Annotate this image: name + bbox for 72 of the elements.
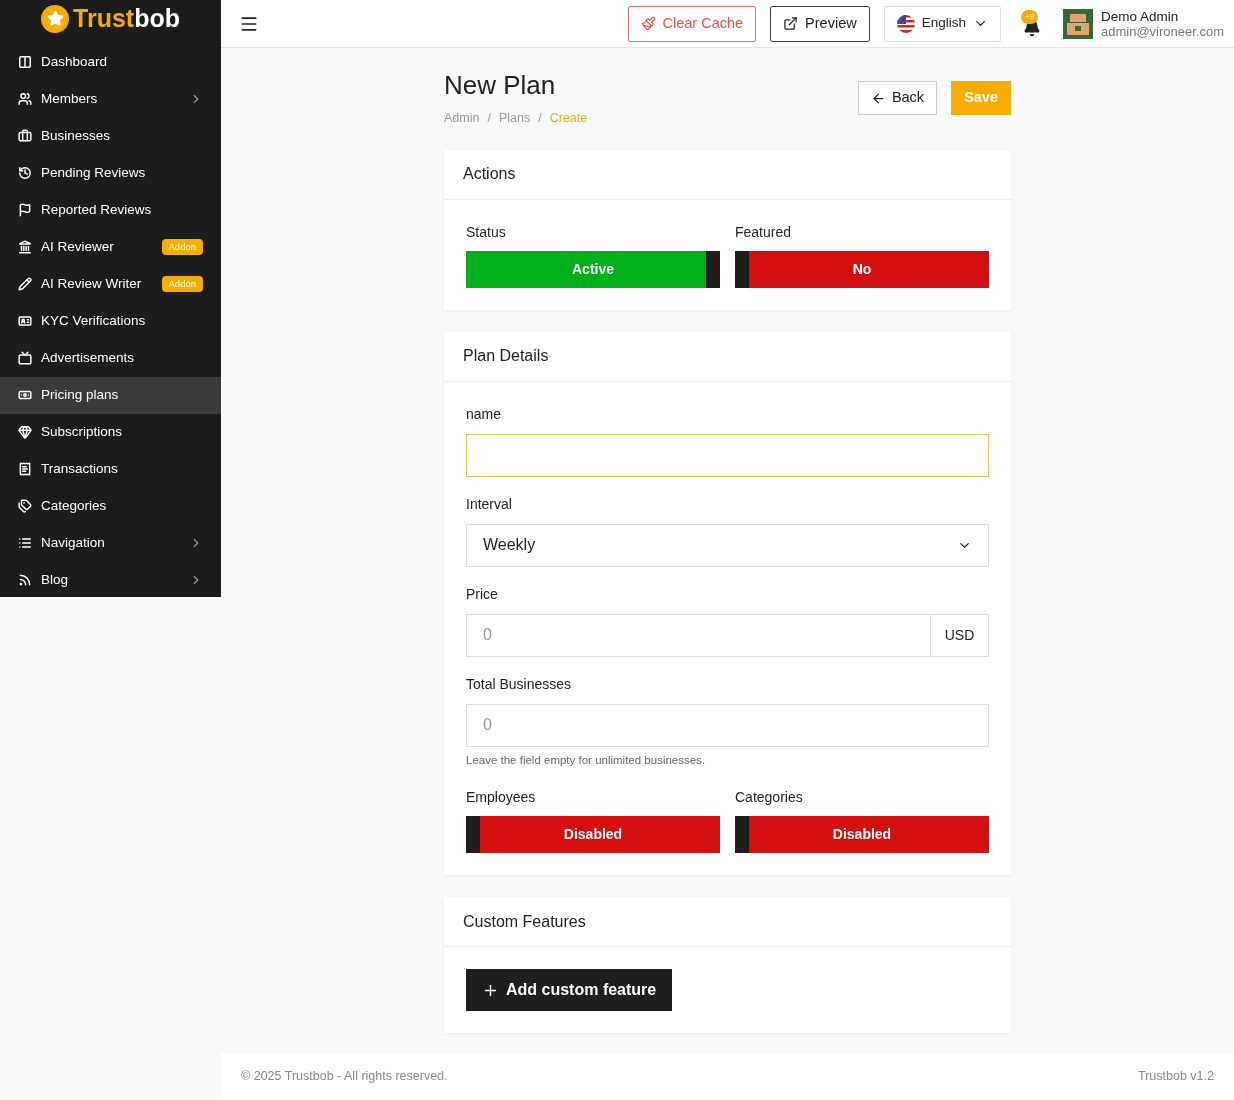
tags-icon: [18, 499, 32, 513]
sidebar-item[interactable]: Categories: [0, 487, 221, 525]
history-icon: [18, 166, 32, 180]
breadcrumb-separator: /: [538, 110, 542, 127]
toggle-switch[interactable]: No: [735, 250, 989, 288]
briefcase-icon: [18, 129, 32, 143]
banknote-icon: [18, 388, 32, 402]
field-label: Categories: [735, 788, 804, 807]
sidebar-item[interactable]: AI Review Writer Addon: [0, 265, 221, 303]
user-email: admin@vironeer.com: [1100, 23, 1224, 39]
currency-addon: USD: [931, 613, 989, 657]
add-feature-button[interactable]: Add custom feature: [466, 969, 673, 1011]
sidebar-item[interactable]: Members: [0, 80, 221, 118]
price-input[interactable]: 0: [466, 613, 931, 657]
language-selector[interactable]: English: [883, 5, 1001, 42]
field-label: Status: [466, 222, 507, 242]
interval-select[interactable]: Weekly: [466, 523, 989, 567]
sidebar-item[interactable]: Pricing plans: [0, 376, 221, 414]
toggle-switch[interactable]: Disabled: [466, 816, 720, 853]
user-menu[interactable]: Demo Admin admin@vironeer.com: [1062, 8, 1224, 39]
brand-name: Trustbob: [73, 3, 180, 34]
sidebar-item[interactable]: Navigation: [0, 524, 221, 562]
columns-icon: [18, 55, 32, 69]
sidebar-item[interactable]: Blog: [0, 561, 221, 597]
sidebar-item[interactable]: Reported Reviews: [0, 191, 221, 229]
back-button[interactable]: Back: [857, 81, 938, 115]
pencil-icon: [18, 277, 32, 291]
sidebar-item[interactable]: Dashboard: [0, 43, 221, 81]
sidebar-item[interactable]: AI Reviewer Addon: [0, 228, 221, 266]
list-icon: [18, 536, 32, 550]
field-label: Interval: [466, 494, 513, 514]
flag-icon: [896, 14, 915, 33]
version-text: Trustbob v1.2: [1138, 1068, 1214, 1086]
sidebar-item[interactable]: Pending Reviews: [0, 154, 221, 192]
field-label: Featured: [735, 222, 793, 242]
clear-cache-button[interactable]: Clear Cache: [627, 5, 757, 42]
help-text: Leave the field empty for unlimited businesses.: [466, 752, 707, 768]
copyright-text: © 2025 Trustbob - All rights reserved.: [241, 1068, 448, 1086]
page-title: New Plan: [444, 69, 557, 102]
breadcrumb-separator: /: [487, 110, 491, 127]
field-label: Employees: [466, 788, 537, 807]
field-label: name: [466, 404, 503, 424]
logo-icon: [41, 4, 69, 33]
addon-badge: Addon: [161, 238, 203, 256]
total-businesses-input[interactable]: 0: [466, 703, 989, 747]
preview-button[interactable]: Preview: [770, 5, 870, 42]
card-title: Custom Features: [463, 911, 586, 932]
user-name: Demo Admin: [1100, 8, 1180, 24]
notification-badge: +9: [1020, 9, 1039, 24]
id-card-icon: [18, 314, 32, 328]
sidebar-item[interactable]: Businesses: [0, 117, 221, 155]
flag-icon: [18, 203, 32, 217]
sidebar-item[interactable]: KYC Verifications: [0, 302, 221, 340]
sidebar-item[interactable]: Subscriptions: [0, 413, 221, 451]
building-icon: [18, 240, 32, 254]
card-title: Actions: [463, 164, 516, 185]
name-input[interactable]: [466, 433, 989, 477]
card-title: Plan Details: [463, 346, 549, 367]
feed-icon: [18, 573, 32, 587]
addon-badge: Addon: [161, 275, 203, 293]
gem-icon: [18, 425, 32, 439]
field-label: Total Businesses: [466, 674, 573, 694]
field-label: Price: [466, 584, 499, 604]
brush-icon: [640, 16, 656, 31]
receipt-icon: [18, 462, 32, 476]
toggle-switch[interactable]: Disabled: [735, 816, 989, 853]
external-link-icon: [783, 16, 799, 31]
sidebar-item[interactable]: Advertisements: [0, 339, 221, 377]
users-icon: [18, 92, 32, 106]
avatar-icon: [1062, 8, 1093, 39]
screen-icon: [18, 351, 32, 365]
sidebar-item[interactable]: Transactions: [0, 450, 221, 488]
